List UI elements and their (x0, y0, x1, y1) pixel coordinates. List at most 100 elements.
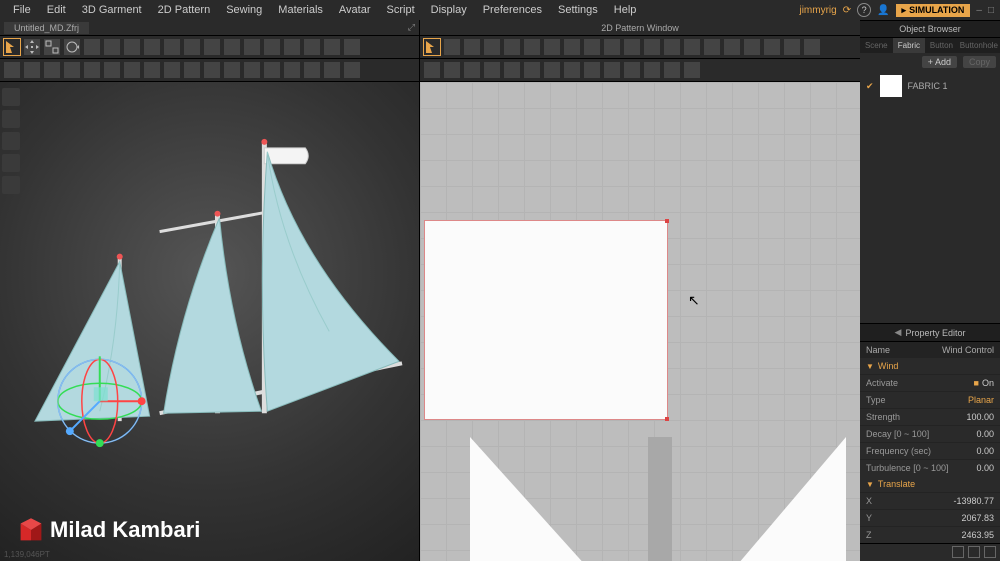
layout-icon-1[interactable] (952, 546, 964, 558)
group-header-translate[interactable]: Translate (860, 476, 1000, 492)
tool-stitch-icon[interactable] (124, 39, 140, 55)
val-y[interactable]: 2067.83 (961, 513, 994, 523)
tool-topstitch-icon[interactable] (244, 39, 260, 55)
tool2d-13-icon[interactable] (664, 39, 680, 55)
maximize-icon[interactable]: □ (988, 5, 994, 16)
viewport-3d[interactable] (0, 82, 419, 561)
menu-script[interactable]: Script (380, 2, 422, 18)
tool-r2-1-icon[interactable] (4, 62, 20, 78)
tool2d-17-icon[interactable] (744, 39, 760, 55)
tool2d-20-icon[interactable] (804, 39, 820, 55)
tool2d-r2-13-icon[interactable] (664, 62, 680, 78)
row-decay[interactable]: Decay [0 ~ 100]0.00 (860, 425, 1000, 442)
tool-r2-8-icon[interactable] (144, 62, 160, 78)
tool2d-seam-icon[interactable] (564, 39, 580, 55)
layout-icon-2[interactable] (968, 546, 980, 558)
tool-misc1-icon[interactable] (284, 39, 300, 55)
tool2d-11-icon[interactable] (624, 39, 640, 55)
tool-r2-15-icon[interactable] (284, 62, 300, 78)
collapse-arrow-icon[interactable]: ◀ (895, 327, 902, 338)
tool2d-select-icon[interactable] (424, 39, 440, 55)
tool2d-r2-8-icon[interactable] (564, 62, 580, 78)
menu-sewing[interactable]: Sewing (219, 2, 269, 18)
val-type[interactable]: Planar (968, 395, 994, 405)
tool-pin-icon[interactable] (84, 39, 100, 55)
tool-texture-icon[interactable] (204, 39, 220, 55)
tool2d-r2-14-icon[interactable] (684, 62, 700, 78)
help-icon[interactable]: ? (857, 3, 871, 17)
row-turbulence[interactable]: Turbulence [0 ~ 100]0.00 (860, 459, 1000, 476)
row-x[interactable]: X-13980.77 (860, 492, 1000, 509)
row-z[interactable]: Z2463.95 (860, 526, 1000, 543)
pattern-triangle-left[interactable] (470, 437, 650, 561)
menu-materials[interactable]: Materials (271, 2, 330, 18)
tool-scale-icon[interactable] (44, 39, 60, 55)
layout-icon-3[interactable] (984, 546, 996, 558)
tool-move-icon[interactable] (24, 39, 40, 55)
tool-select-icon[interactable] (4, 39, 20, 55)
tool-mesh-icon[interactable] (104, 39, 120, 55)
tool2d-r2-9-icon[interactable] (584, 62, 600, 78)
menu-3dgarment[interactable]: 3D Garment (75, 2, 149, 18)
tool2d-dart-icon[interactable] (524, 39, 540, 55)
group-header-wind[interactable]: Wind (860, 358, 1000, 374)
tool-r2-18-icon[interactable] (344, 62, 360, 78)
tool2d-12-icon[interactable] (644, 39, 660, 55)
tool-graphic-icon[interactable] (224, 39, 240, 55)
tool-r2-9-icon[interactable] (164, 62, 180, 78)
menu-file[interactable]: File (6, 2, 38, 18)
tool2d-r2-2-icon[interactable] (444, 62, 460, 78)
fabric-list-item[interactable]: ✔ FABRIC 1 (860, 71, 1000, 101)
tool2d-circle-icon[interactable] (484, 39, 500, 55)
val-decay[interactable]: 0.00 (976, 429, 994, 439)
tool-tack-icon[interactable] (144, 39, 160, 55)
menu-settings[interactable]: Settings (551, 2, 605, 18)
row-strength[interactable]: Strength100.00 (860, 408, 1000, 425)
tool-r2-12-icon[interactable] (224, 62, 240, 78)
tool-misc4-icon[interactable] (344, 39, 360, 55)
menu-edit[interactable]: Edit (40, 2, 73, 18)
tool-r2-11-icon[interactable] (204, 62, 220, 78)
tab-scene[interactable]: Scene (860, 38, 893, 53)
tool-r2-10-icon[interactable] (184, 62, 200, 78)
val-strength[interactable]: 100.00 (966, 412, 994, 422)
tool2d-r2-5-icon[interactable] (504, 62, 520, 78)
tool-r2-6-icon[interactable] (104, 62, 120, 78)
tool-r2-5-icon[interactable] (84, 62, 100, 78)
menu-preferences[interactable]: Preferences (476, 2, 549, 18)
tab-buttonhole[interactable]: Buttonhole (958, 38, 1000, 53)
tool-zipper-icon[interactable] (184, 39, 200, 55)
tool2d-fold-icon[interactable] (584, 39, 600, 55)
tab-fabric[interactable]: Fabric (893, 38, 926, 53)
menu-help[interactable]: Help (607, 2, 644, 18)
tool2d-16-icon[interactable] (724, 39, 740, 55)
menu-avatar[interactable]: Avatar (332, 2, 378, 18)
sync-icon[interactable]: ⟳ (843, 5, 851, 16)
tool-r2-16-icon[interactable] (304, 62, 320, 78)
simulation-button[interactable]: ▸SIMULATION (896, 4, 971, 17)
tool-r2-14-icon[interactable] (264, 62, 280, 78)
tool2d-edit-icon[interactable] (444, 39, 460, 55)
val-frequency[interactable]: 0.00 (976, 446, 994, 456)
tool2d-r2-11-icon[interactable] (624, 62, 640, 78)
tool2d-r2-3-icon[interactable] (464, 62, 480, 78)
tool-r2-17-icon[interactable] (324, 62, 340, 78)
tool-misc2-icon[interactable] (304, 39, 320, 55)
tool-r2-2-icon[interactable] (24, 62, 40, 78)
tool2d-r2-10-icon[interactable] (604, 62, 620, 78)
menu-display[interactable]: Display (424, 2, 474, 18)
tool2d-r2-7-icon[interactable] (544, 62, 560, 78)
maximize-view-icon[interactable]: ⤢ (408, 22, 415, 33)
tool2d-14-icon[interactable] (684, 39, 700, 55)
username-label[interactable]: jimmyrig (799, 5, 836, 16)
val-x[interactable]: -13980.77 (953, 496, 994, 506)
row-frequency[interactable]: Frequency (sec)0.00 (860, 442, 1000, 459)
tab-button[interactable]: Button (925, 38, 958, 53)
pattern-rectangle[interactable] (424, 220, 668, 420)
tool-r2-13-icon[interactable] (244, 62, 260, 78)
val-turbulence[interactable]: 0.00 (976, 463, 994, 473)
tool-r2-7-icon[interactable] (124, 62, 140, 78)
tool2d-trace-icon[interactable] (604, 39, 620, 55)
add-button[interactable]: + Add (922, 56, 957, 68)
fabric-check-icon[interactable]: ✔ (866, 81, 874, 92)
